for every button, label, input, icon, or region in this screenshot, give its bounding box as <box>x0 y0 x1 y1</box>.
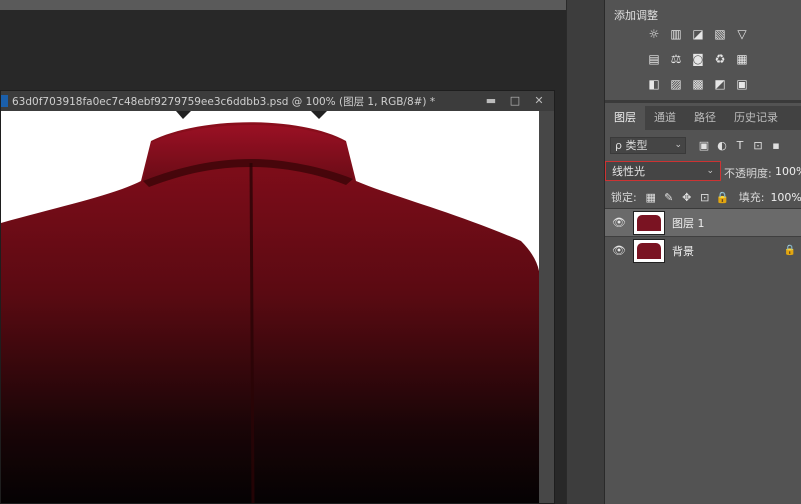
levels-icon[interactable]: ▥ <box>667 26 685 42</box>
color-balance-icon[interactable]: ⚖ <box>667 51 685 67</box>
layer-row[interactable]: 👁 背景 🔒 <box>605 237 801 265</box>
invert-icon[interactable]: ◧ <box>645 76 663 92</box>
document-window: 63d0f703918fa0ec7c48ebf9279759ee3c6ddbb3… <box>0 90 555 504</box>
right-panel: 添加调整 ☼ ▥ ◪ ▧ ▽ ▤ ⚖ ◙ ♻ ▦ ◧ ▨ ▩ ◩ ▣ 图层 通道… <box>604 0 801 504</box>
chevron-down-icon: ⌄ <box>706 166 714 176</box>
panel-dock-strip <box>566 0 605 504</box>
fill-label: 填充: <box>738 191 765 204</box>
minimize-button[interactable]: ▬ <box>482 93 500 108</box>
hue-saturation-icon[interactable]: ▤ <box>645 51 663 67</box>
lock-label: 锁定: <box>611 191 637 204</box>
layer-row[interactable]: 👁 图层 1 <box>605 209 801 237</box>
adjustments-row-2: ▤ ⚖ ◙ ♻ ▦ <box>645 51 751 67</box>
posterize-icon[interactable]: ▨ <box>667 76 685 92</box>
lock-position-icon[interactable]: ✥ <box>681 191 693 204</box>
channel-mixer-icon[interactable]: ▦ <box>733 51 751 67</box>
black-white-icon[interactable]: ◙ <box>689 51 707 67</box>
tab-layers[interactable]: 图层 <box>605 106 645 130</box>
vibrance-icon[interactable]: ▽ <box>733 26 751 42</box>
curves-icon[interactable]: ◪ <box>689 26 707 42</box>
layer-name: 图层 1 <box>672 216 705 230</box>
lock-icon: 🔒 <box>783 245 796 256</box>
lock-all-icon[interactable]: 🔒 <box>716 191 730 204</box>
layer-thumbnail <box>633 238 665 263</box>
vertical-scrollbar[interactable] <box>539 111 554 503</box>
opacity-input[interactable]: 100% <box>775 165 801 178</box>
opacity-label: 不透明度: <box>724 167 772 180</box>
blend-row: 线性光 ⌄ 不透明度: 100% <box>605 158 801 184</box>
image-canvas[interactable] <box>1 111 539 503</box>
maximize-button[interactable]: □ <box>506 93 524 108</box>
chevron-down-icon: ⌄ <box>674 140 682 150</box>
gradient-map-icon[interactable]: ◩ <box>711 76 729 92</box>
panel-separator <box>605 100 801 103</box>
blend-mode-select[interactable]: 线性光 ⌄ <box>605 161 721 181</box>
layer-name: 背景 <box>672 244 694 258</box>
blend-mode-value: 线性光 <box>612 165 645 178</box>
tab-channels[interactable]: 通道 <box>645 106 685 130</box>
document-icon <box>1 95 8 107</box>
layer-filter-row: ρ 类型 ⌄ ▣ ◐ T ⊡ ▪ <box>605 134 801 156</box>
close-button[interactable]: ✕ <box>530 93 548 108</box>
eye-icon[interactable]: 👁 <box>611 244 627 257</box>
selective-color-icon[interactable]: ▣ <box>733 76 751 92</box>
eye-icon[interactable]: 👁 <box>611 216 627 229</box>
tab-paths[interactable]: 路径 <box>685 106 725 130</box>
document-title: 63d0f703918fa0ec7c48ebf9279759ee3c6ddbb3… <box>12 95 436 108</box>
adjustments-title: 添加调整 <box>614 9 658 22</box>
shape-filter-icon[interactable]: ⊡ <box>752 139 764 152</box>
lock-image-icon[interactable]: ✎ <box>663 191 675 204</box>
app-top-bar <box>0 0 566 10</box>
layers-empty-area <box>605 264 801 504</box>
fill-input[interactable]: 100% <box>770 191 801 204</box>
photo-filter-icon[interactable]: ♻ <box>711 51 729 67</box>
lock-artboard-icon[interactable]: ⊡ <box>699 191 711 204</box>
tab-history[interactable]: 历史记录 <box>725 106 787 130</box>
layer-thumbnail <box>633 210 665 235</box>
layer-filter-label: ρ 类型 <box>615 139 648 152</box>
lock-transparent-icon[interactable]: ▦ <box>645 191 657 204</box>
adjustment-filter-icon[interactable]: ◐ <box>716 139 728 152</box>
jacket-back-image <box>1 111 539 503</box>
lock-row: 锁定: ▦ ✎ ✥ ⊡ 🔒 填充: 100% <box>605 186 801 208</box>
type-filter-icon[interactable]: T <box>734 139 746 152</box>
layer-filter-select[interactable]: ρ 类型 ⌄ <box>610 136 686 154</box>
pixel-filter-icon[interactable]: ▣ <box>698 139 710 152</box>
exposure-icon[interactable]: ▧ <box>711 26 729 42</box>
brightness-icon[interactable]: ☼ <box>645 26 663 42</box>
smart-object-filter-icon[interactable]: ▪ <box>770 139 782 152</box>
document-title-bar[interactable]: 63d0f703918fa0ec7c48ebf9279759ee3c6ddbb3… <box>1 91 554 111</box>
threshold-icon[interactable]: ▩ <box>689 76 707 92</box>
layers-panel-tabs: 图层 通道 路径 历史记录 <box>605 106 801 130</box>
adjustments-row-1: ☼ ▥ ◪ ▧ ▽ <box>645 26 751 42</box>
adjustments-row-3: ◧ ▨ ▩ ◩ ▣ <box>645 76 751 92</box>
